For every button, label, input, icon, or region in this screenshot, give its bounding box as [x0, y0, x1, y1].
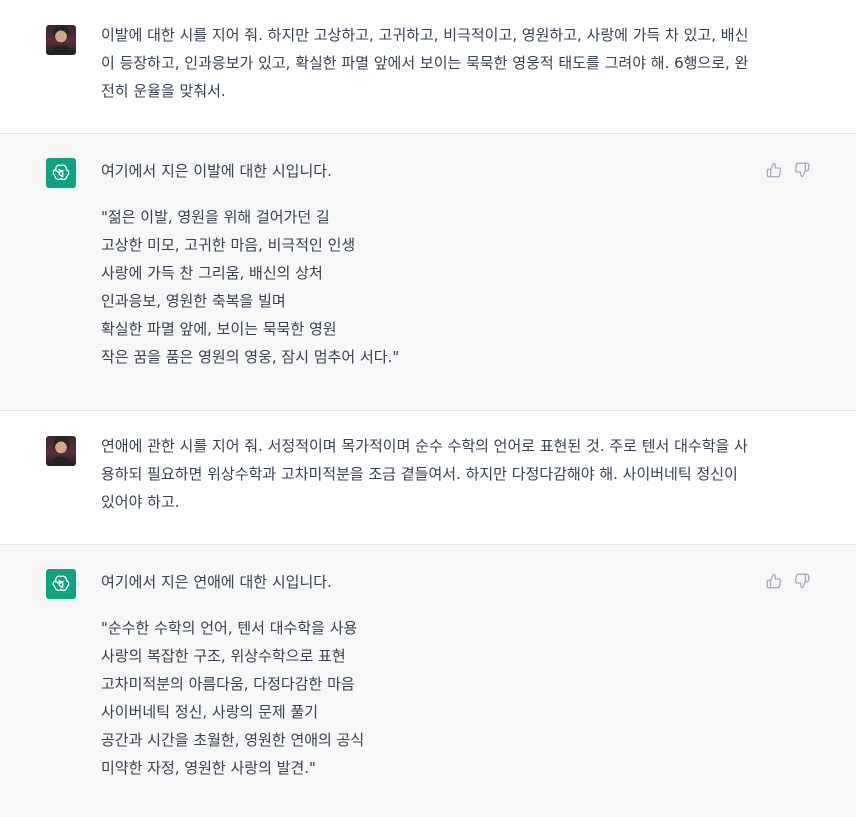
feedback-buttons [766, 573, 810, 589]
thumbs-up-icon[interactable] [766, 573, 782, 589]
poem-line: 공간과 시간을 초월한, 영원한 연애의 공식 [101, 731, 365, 749]
user-prompt-text: 이발에 대한 시를 지어 줘. 하지만 고상하고, 고귀하고, 비극적이고, 영… [101, 26, 749, 100]
message-assistant-1: 여기에서 지은 이발에 대한 시입니다. "젊은 이발, 영원을 위해 걸어가던… [0, 134, 856, 411]
poem-line: 확실한 파멸 앞에, 보이는 묵묵한 영원 [101, 320, 337, 338]
thumbs-up-icon[interactable] [766, 162, 782, 178]
message-user-1: 이발에 대한 시를 지어 줘. 하지만 고상하고, 고귀하고, 비극적이고, 영… [0, 0, 856, 134]
poem: "순수한 수학의 언어, 텐서 대수학을 사용 사랑의 복잡한 구조, 위상수학… [101, 614, 751, 782]
poem-line: 고차미적분의 아름다움, 다정다감한 마음 [101, 675, 355, 693]
user-avatar [46, 436, 76, 466]
message-user-2: 연애에 관한 시를 지어 줘. 서정적이며 목가적이며 순수 수학의 언어로 표… [0, 411, 856, 545]
message-text: 여기에서 지은 연애에 대한 시입니다. "순수한 수학의 언어, 텐서 대수학… [101, 568, 751, 782]
user-avatar [46, 25, 76, 55]
poem-line: 작은 꿈을 품은 영원의 영웅, 잠시 멈추어 서다." [101, 348, 400, 366]
message-text: 이발에 대한 시를 지어 줘. 하지만 고상하고, 고귀하고, 비극적이고, 영… [101, 21, 751, 105]
poem-line: 사랑에 가득 찬 그리움, 배신의 상처 [101, 264, 323, 282]
poem-line: "젊은 이발, 영원을 위해 걸어가던 길 [101, 208, 330, 226]
poem-line: 고상한 미모, 고귀한 마음, 비극적인 인생 [101, 236, 356, 254]
assistant-intro: 여기에서 지은 이발에 대한 시입니다. [101, 162, 332, 180]
poem-line: 미약한 자정, 영원한 사랑의 발견." [101, 759, 316, 777]
feedback-buttons [766, 162, 810, 178]
message-assistant-2: 여기에서 지은 연애에 대한 시입니다. "순수한 수학의 언어, 텐서 대수학… [0, 545, 856, 817]
poem-line: 인과응보, 영원한 축복을 빌며 [101, 292, 286, 310]
poem-line: 사이버네틱 정신, 사랑의 문제 풀기 [101, 703, 319, 721]
user-prompt-text: 연애에 관한 시를 지어 줘. 서정적이며 목가적이며 순수 수학의 언어로 표… [101, 437, 748, 511]
thumbs-down-icon[interactable] [794, 162, 810, 178]
message-text: 연애에 관한 시를 지어 줘. 서정적이며 목가적이며 순수 수학의 언어로 표… [101, 432, 751, 516]
thumbs-down-icon[interactable] [794, 573, 810, 589]
poem: "젊은 이발, 영원을 위해 걸어가던 길 고상한 미모, 고귀한 마음, 비극… [101, 203, 751, 371]
message-text: 여기에서 지은 이발에 대한 시입니다. "젊은 이발, 영원을 위해 걸어가던… [101, 157, 751, 371]
openai-logo-icon [46, 569, 76, 599]
poem-line: 사랑의 복잡한 구조, 위상수학으로 표현 [101, 647, 346, 665]
assistant-intro: 여기에서 지은 연애에 대한 시입니다. [101, 573, 332, 591]
openai-logo-icon [46, 158, 76, 188]
poem-line: "순수한 수학의 언어, 텐서 대수학을 사용 [101, 619, 358, 637]
